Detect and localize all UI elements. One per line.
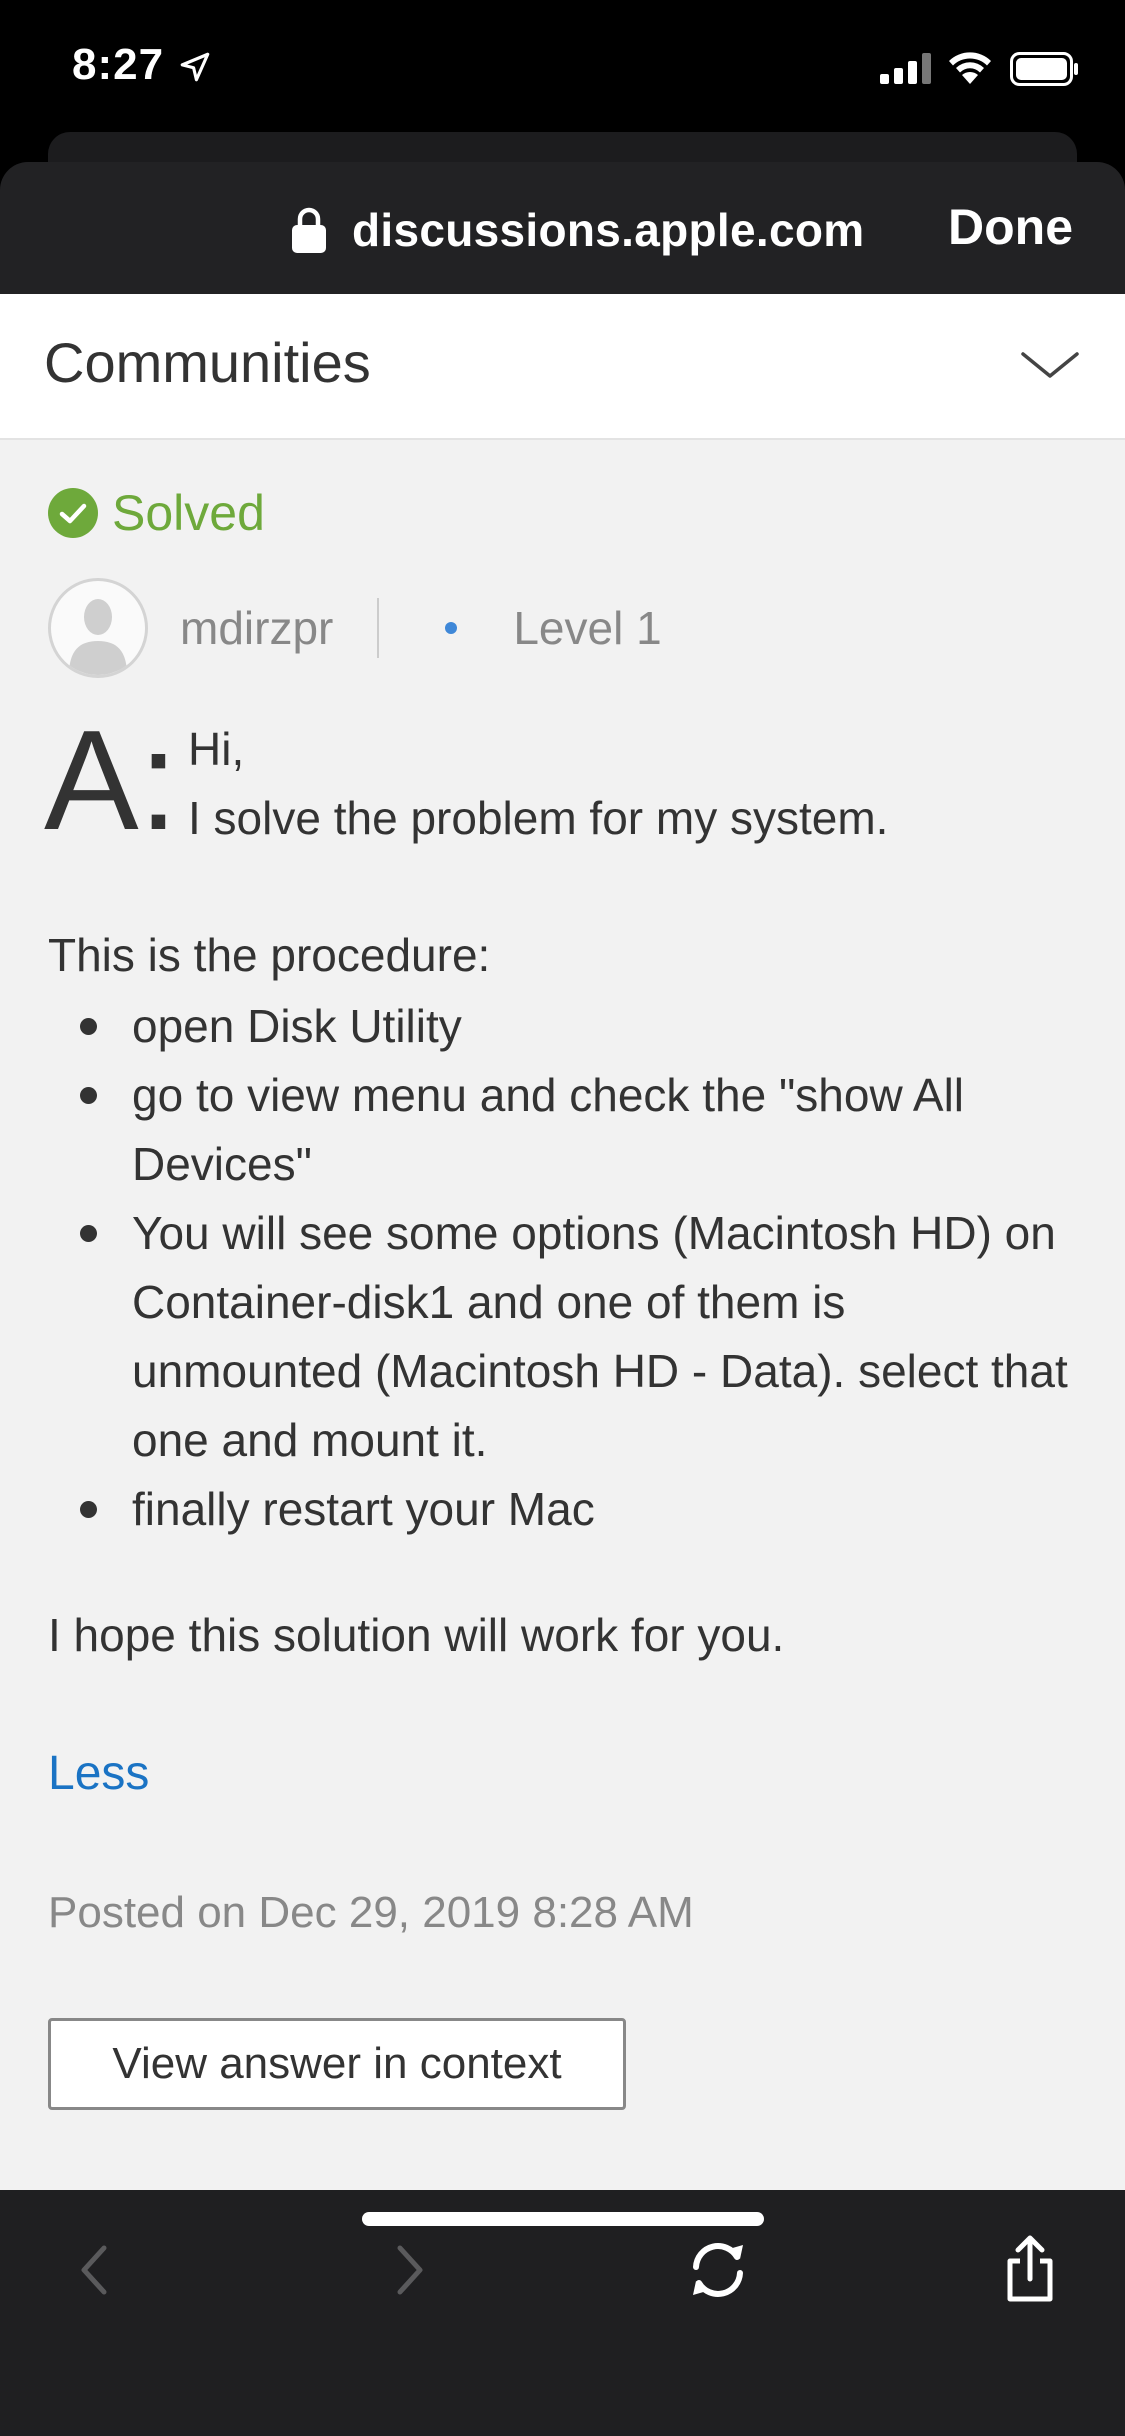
list-item: go to view menu and check the "show All … (48, 1061, 1078, 1199)
battery-icon (1010, 52, 1078, 86)
status-bar: 8:27 (0, 0, 1125, 140)
communities-title: Communities (44, 331, 371, 394)
share-icon (1007, 2235, 1053, 2302)
checkmark-circle-icon (48, 488, 98, 538)
author-name[interactable]: mdirzpr (180, 601, 333, 655)
wifi-icon (949, 52, 991, 84)
answer-first-line: I solve the problem for my system. (188, 792, 889, 844)
answer-greeting: Hi, (188, 723, 245, 775)
page-content: Communities Solved mdirzpr Level 1 A: Hi… (0, 294, 1125, 2190)
less-link[interactable]: Less (48, 1746, 149, 1801)
step-text: finally restart your Mac (132, 1483, 595, 1535)
level-dot-icon (445, 622, 458, 634)
solved-badge: Solved (48, 484, 265, 542)
view-answer-in-context-button[interactable]: View answer in context (48, 2018, 626, 2110)
user-silhouette-icon (69, 599, 127, 675)
list-item: finally restart your Mac (48, 1475, 1078, 1544)
refresh-icon (693, 2243, 743, 2297)
answer-marker: A: (44, 701, 179, 860)
done-button[interactable]: Done (948, 198, 1073, 256)
avatar[interactable] (48, 578, 148, 678)
url-display[interactable]: discussions.apple.com (290, 202, 864, 258)
author-divider (377, 598, 380, 658)
posted-timestamp: Posted on Dec 29, 2019 8:28 AM (48, 1888, 694, 1937)
home-indicator[interactable] (362, 2212, 764, 2226)
procedure-intro: This is the procedure: (48, 929, 491, 981)
lock-icon (292, 207, 326, 253)
bullet-dot (80, 1018, 97, 1035)
status-time: 8:27 (72, 40, 165, 89)
browser-toolbar (0, 2190, 1125, 2436)
procedure-steps: open Disk Utility go to view menu and ch… (48, 992, 1078, 1544)
location-arrow-icon (180, 52, 210, 82)
back-button[interactable] (54, 2230, 134, 2310)
share-button[interactable] (990, 2230, 1070, 2310)
browser-header: discussions.apple.com Done (0, 162, 1125, 294)
step-text: open Disk Utility (132, 1000, 462, 1052)
step-text: You will see some options (Macintosh HD)… (132, 1207, 1068, 1466)
communities-menu-bar[interactable]: Communities (0, 294, 1125, 440)
author-level: Level 1 (513, 602, 662, 654)
forward-icon (397, 2245, 423, 2295)
step-text: go to view menu and check the "show All … (132, 1069, 965, 1190)
bullet-dot (80, 1087, 97, 1104)
cellular-signal-icon (880, 53, 931, 84)
refresh-button[interactable] (678, 2230, 758, 2310)
closing-text: I hope this solution will work for you. (48, 1609, 785, 1661)
author-row: mdirzpr Level 1 (48, 576, 662, 680)
forward-button[interactable] (370, 2230, 450, 2310)
url-text: discussions.apple.com (352, 204, 865, 256)
list-item: open Disk Utility (48, 992, 1078, 1061)
list-item: You will see some options (Macintosh HD)… (48, 1199, 1078, 1475)
bullet-dot (80, 1501, 97, 1518)
back-icon (81, 2245, 107, 2295)
chevron-down-icon[interactable] (1019, 342, 1081, 390)
solved-label: Solved (112, 485, 265, 541)
bullet-dot (80, 1225, 97, 1242)
